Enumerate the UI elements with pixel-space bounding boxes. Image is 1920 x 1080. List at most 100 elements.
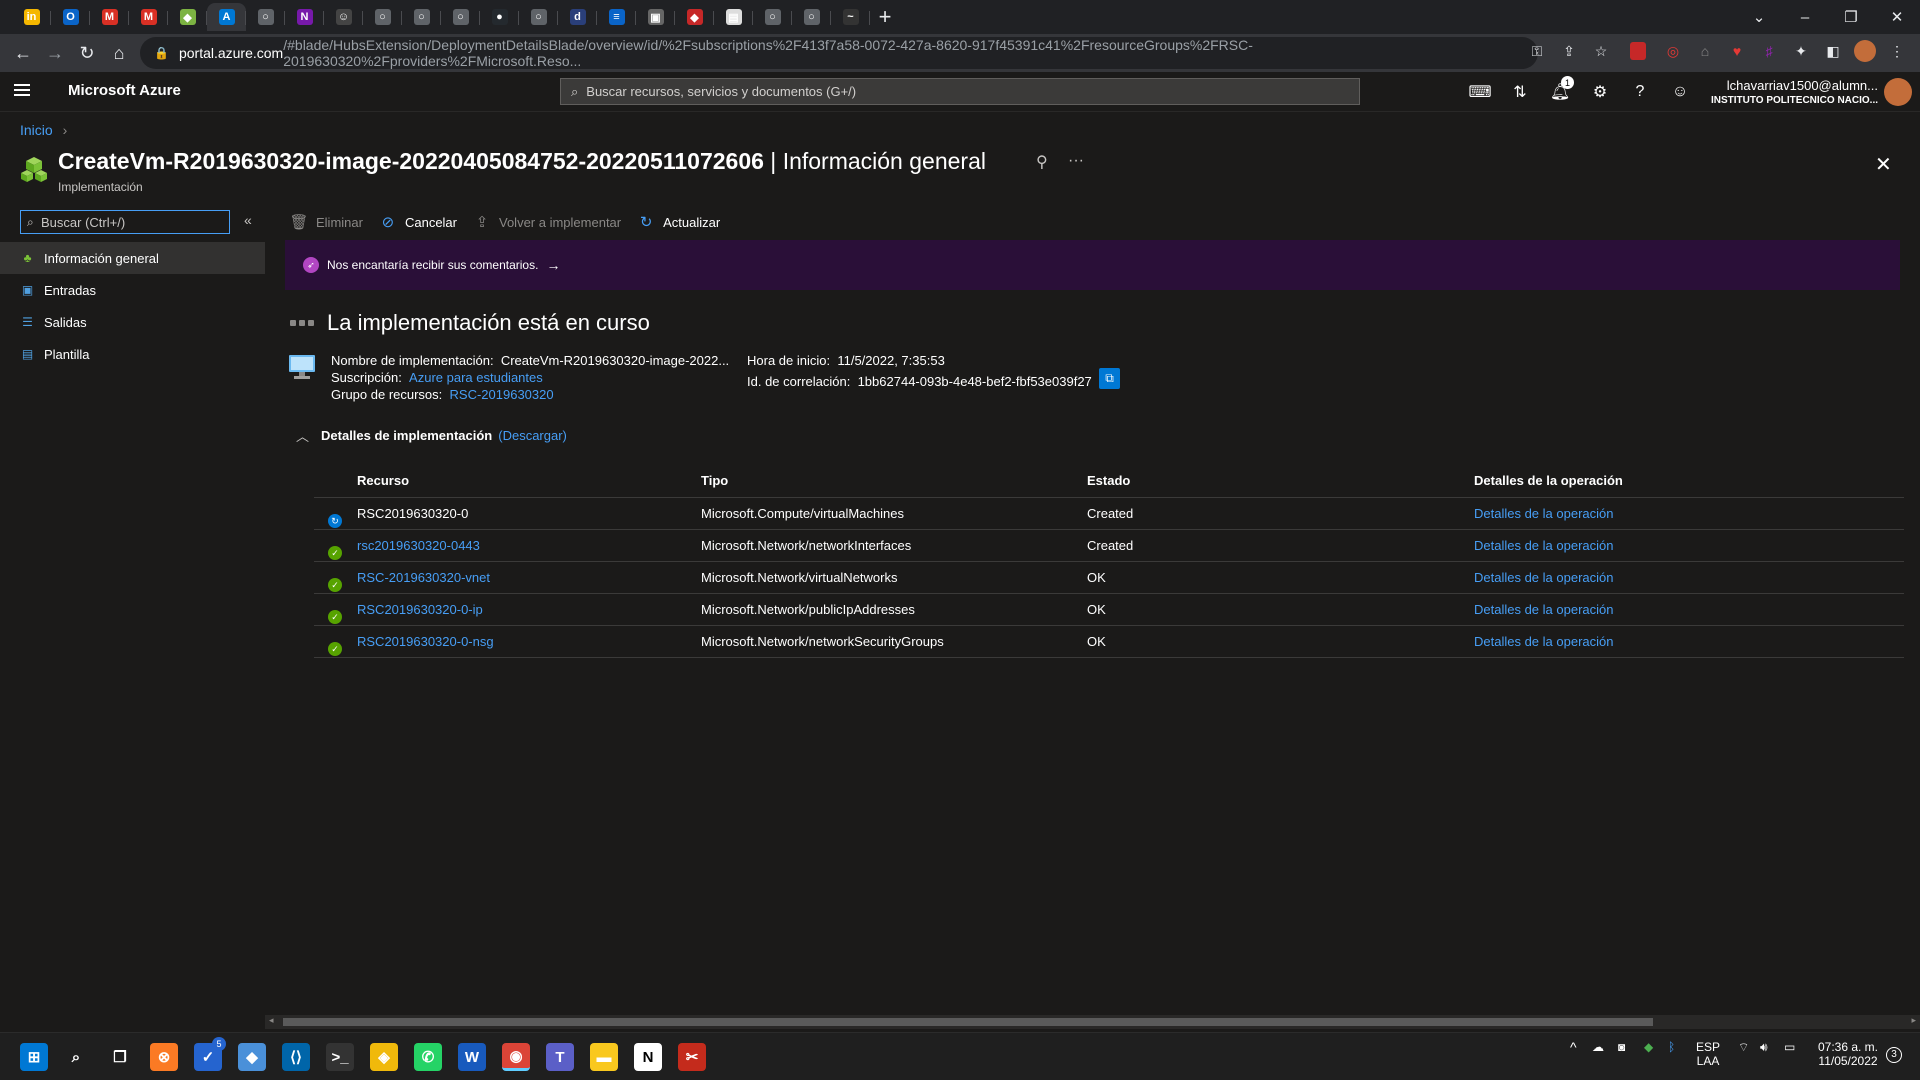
- extension-icon[interactable]: [1630, 42, 1646, 60]
- notification-center-badge[interactable]: 3: [1886, 1047, 1902, 1063]
- close-blade-icon[interactable]: ✕: [1875, 152, 1892, 177]
- deployment-details-toggle[interactable]: ︿ Detalles de implementación (Descargar): [296, 426, 567, 445]
- battery-icon[interactable]: ▭: [1784, 1040, 1795, 1054]
- browser-tab[interactable]: N: [285, 3, 324, 31]
- browser-tab[interactable]: M: [90, 3, 129, 31]
- wifi-icon[interactable]: ⌔: [1738, 1040, 1749, 1054]
- binance-icon[interactable]: ◈: [370, 1043, 398, 1071]
- account-avatar[interactable]: [1884, 78, 1912, 106]
- sidebar-item-inputs[interactable]: ▣ Entradas: [0, 274, 265, 306]
- operation-details-link[interactable]: Detalles de la operación: [1474, 570, 1613, 585]
- side-panel-icon[interactable]: ◧: [1822, 40, 1844, 62]
- clock[interactable]: 07:36 a. m. 11/05/2022: [1812, 1040, 1884, 1068]
- browser-tab[interactable]: ☺: [324, 3, 363, 31]
- column-header-resource[interactable]: Recurso: [314, 473, 701, 488]
- minimize-button[interactable]: –: [1782, 0, 1828, 34]
- vscode-icon[interactable]: ⟨⟩: [282, 1043, 310, 1071]
- terminal-icon[interactable]: >_: [326, 1043, 354, 1071]
- browser-tab[interactable]: ◆: [168, 3, 207, 31]
- redeploy-button[interactable]: ⇪ Volver a implementar: [473, 213, 621, 231]
- restore-button[interactable]: ❐: [1828, 0, 1874, 34]
- column-header-type[interactable]: Tipo: [701, 473, 1087, 488]
- browser-tab[interactable]: A: [207, 3, 246, 31]
- feedback-icon[interactable]: ☺: [1668, 80, 1692, 104]
- operation-details-link[interactable]: Detalles de la operación: [1474, 538, 1613, 553]
- help-icon[interactable]: ?: [1628, 80, 1652, 104]
- whatsapp-icon[interactable]: ✆: [414, 1043, 442, 1071]
- operation-details-link[interactable]: Detalles de la operación: [1474, 602, 1613, 617]
- task-view-icon[interactable]: ❐: [106, 1043, 134, 1071]
- browser-tab[interactable]: in: [12, 3, 51, 31]
- scroll-left-icon[interactable]: ◂: [269, 1015, 274, 1026]
- cloud-shell-icon[interactable]: ⌨: [1468, 80, 1492, 104]
- sidebar-item-overview[interactable]: ♣ Información general: [0, 242, 265, 274]
- share-icon[interactable]: ⇪: [1558, 40, 1580, 62]
- resource-name[interactable]: rsc2019630320-0443: [357, 538, 480, 553]
- pin-icon[interactable]: ⚲: [1036, 152, 1048, 172]
- subscription-link[interactable]: Azure para estudiantes: [409, 370, 543, 385]
- sidebar-search-input[interactable]: ⌕ Buscar (Ctrl+/): [20, 210, 230, 234]
- scrollbar-thumb[interactable]: [283, 1018, 1653, 1026]
- resource-name[interactable]: RSC2019630320-0-ip: [357, 602, 483, 617]
- settings-gear-icon[interactable]: ⚙: [1588, 80, 1612, 104]
- extension-icon[interactable]: ⌂: [1694, 40, 1716, 62]
- extensions-puzzle-icon[interactable]: ✦: [1790, 40, 1812, 62]
- extension-icon[interactable]: ♯: [1758, 40, 1780, 62]
- browser-tab[interactable]: ○: [402, 3, 441, 31]
- brand-name[interactable]: Microsoft Azure: [68, 82, 181, 99]
- browser-tab[interactable]: ○: [363, 3, 402, 31]
- language-indicator[interactable]: ESP LAA: [1696, 1040, 1720, 1068]
- git-icon[interactable]: ◆: [238, 1043, 266, 1071]
- url-bar[interactable]: 🔒 portal.azure.com/#blade/HubsExtension/…: [140, 37, 1538, 69]
- reload-icon[interactable]: ↻: [72, 38, 102, 68]
- browser-tab[interactable]: O: [51, 3, 90, 31]
- profile-avatar[interactable]: [1854, 40, 1876, 62]
- sidebar-item-outputs[interactable]: ☰ Salidas: [0, 306, 265, 338]
- feedback-banner[interactable]: ➶ Nos encantaría recibir sus comentarios…: [285, 240, 1900, 290]
- extension-icon[interactable]: ◎: [1662, 40, 1684, 62]
- notion-icon[interactable]: N: [634, 1043, 662, 1071]
- bookmark-star-icon[interactable]: ☆: [1590, 40, 1612, 62]
- cancel-button[interactable]: ⊘ Cancelar: [379, 213, 457, 231]
- browser-tab[interactable]: ○: [246, 3, 285, 31]
- xampp-icon[interactable]: ⊗: [150, 1043, 178, 1071]
- breadcrumb-home-link[interactable]: Inicio: [20, 122, 53, 138]
- scroll-right-icon[interactable]: ▸: [1911, 1015, 1916, 1026]
- tab-search-icon[interactable]: ⌄: [1736, 0, 1782, 34]
- portal-menu-icon[interactable]: [14, 84, 30, 96]
- refresh-button[interactable]: ↻ Actualizar: [637, 213, 720, 231]
- word-icon[interactable]: W: [458, 1043, 486, 1071]
- browser-tab[interactable]: ~: [831, 3, 870, 31]
- windows-start-icon[interactable]: ⊞: [20, 1043, 48, 1071]
- correlation-id-value[interactable]: 1bb62744-093b-4e48-bef2-fbf53e039f27: [858, 374, 1092, 389]
- operation-details-link[interactable]: Detalles de la operación: [1474, 506, 1613, 521]
- copy-icon[interactable]: ⧉: [1099, 368, 1120, 389]
- onedrive-icon[interactable]: ☁: [1592, 1040, 1604, 1054]
- volume-icon[interactable]: 🔊︎: [1760, 1040, 1768, 1054]
- browser-tab[interactable]: M: [129, 3, 168, 31]
- new-tab-button[interactable]: +: [870, 3, 900, 31]
- explorer-icon[interactable]: ▬: [590, 1043, 618, 1071]
- resource-name[interactable]: RSC2019630320-0-nsg: [357, 634, 494, 649]
- resource-group-link[interactable]: RSC-2019630320: [450, 387, 554, 402]
- browser-menu-icon[interactable]: ⋮: [1886, 40, 1908, 62]
- browser-tab[interactable]: ≡: [597, 3, 636, 31]
- browser-tab[interactable]: ○: [753, 3, 792, 31]
- resource-name[interactable]: RSC-2019630320-vnet: [357, 570, 490, 585]
- directory-filter-icon[interactable]: ⇅: [1508, 80, 1532, 104]
- browser-tab[interactable]: d: [558, 3, 597, 31]
- operation-details-link[interactable]: Detalles de la operación: [1474, 634, 1613, 649]
- browser-tab[interactable]: ●: [480, 3, 519, 31]
- tray-chevron-icon[interactable]: ^: [1570, 1040, 1577, 1054]
- account-info[interactable]: lchavarriav1500@alumn... INSTITUTO POLIT…: [1711, 78, 1878, 108]
- collapse-sidebar-icon[interactable]: «: [244, 212, 252, 228]
- column-header-state[interactable]: Estado: [1087, 473, 1474, 488]
- key-icon[interactable]: ⚿: [1526, 40, 1548, 62]
- teams-icon[interactable]: T: [546, 1043, 574, 1071]
- browser-tab[interactable]: ▣: [636, 3, 675, 31]
- browser-tab[interactable]: ▤: [714, 3, 753, 31]
- global-search-input[interactable]: ⌕ Buscar recursos, servicios y documento…: [560, 78, 1360, 105]
- download-link[interactable]: (Descargar): [498, 428, 567, 443]
- home-icon[interactable]: ⌂: [104, 38, 134, 68]
- tray-app-icon[interactable]: ◆: [1644, 1040, 1653, 1054]
